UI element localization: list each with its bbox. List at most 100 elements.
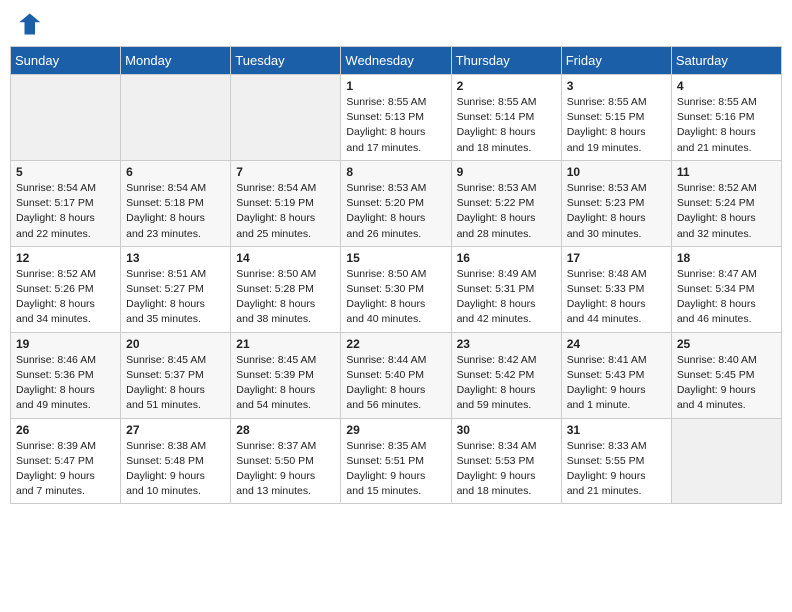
- calendar-cell: 12Sunrise: 8:52 AM Sunset: 5:26 PM Dayli…: [11, 246, 121, 332]
- day-info: Sunrise: 8:55 AM Sunset: 5:15 PM Dayligh…: [567, 95, 666, 156]
- calendar-cell: [11, 75, 121, 161]
- weekday-header-tuesday: Tuesday: [231, 47, 341, 75]
- calendar-cell: 24Sunrise: 8:41 AM Sunset: 5:43 PM Dayli…: [561, 332, 671, 418]
- week-row-1: 1 Sunrise: 8:55 AM Sunset: 5:13 PM Daylig…: [11, 75, 782, 161]
- day-info: Sunrise: 8:45 AM Sunset: 5:37 PM Dayligh…: [126, 353, 225, 414]
- weekday-header-thursday: Thursday: [451, 47, 561, 75]
- calendar-cell: 4 Sunrise: 8:55 AM Sunset: 5:16 PM Daylig…: [671, 75, 781, 161]
- day-number: 21: [236, 337, 335, 351]
- weekday-header-sunday: Sunday: [11, 47, 121, 75]
- day-info: Sunrise: 8:51 AM Sunset: 5:27 PM Dayligh…: [126, 267, 225, 328]
- day-info: Sunrise: 8:47 AM Sunset: 5:34 PM Dayligh…: [677, 267, 776, 328]
- day-number: 23: [457, 337, 556, 351]
- day-info: Sunrise: 8:54 AM Sunset: 5:19 PM Dayligh…: [236, 181, 335, 242]
- day-number: 4: [677, 79, 776, 93]
- day-number: 24: [567, 337, 666, 351]
- day-info: Sunrise: 8:37 AM Sunset: 5:50 PM Dayligh…: [236, 439, 335, 500]
- day-info: Sunrise: 8:40 AM Sunset: 5:45 PM Dayligh…: [677, 353, 776, 414]
- calendar-cell: 6 Sunrise: 8:54 AM Sunset: 5:18 PM Daylig…: [121, 160, 231, 246]
- day-number: 6: [126, 165, 225, 179]
- day-number: 9: [457, 165, 556, 179]
- day-info: Sunrise: 8:53 AM Sunset: 5:20 PM Dayligh…: [346, 181, 445, 242]
- calendar-cell: 23 Sunrise: 8:42 AM Sunset: 5:42 PM Dayli…: [451, 332, 561, 418]
- day-info: Sunrise: 8:52 AM Sunset: 5:26 PM Dayligh…: [16, 267, 115, 328]
- day-number: 14: [236, 251, 335, 265]
- day-info: Sunrise: 8:55 AM Sunset: 5:13 PM Dayligh…: [346, 95, 445, 156]
- calendar-cell: 18Sunrise: 8:47 AM Sunset: 5:34 PM Dayli…: [671, 246, 781, 332]
- weekday-header-row: SundayMondayTuesdayWednesdayThursdayFrid…: [11, 47, 782, 75]
- day-info: Sunrise: 8:45 AM Sunset: 5:39 PM Dayligh…: [236, 353, 335, 414]
- calendar-cell: 14 Sunrise: 8:50 AM Sunset: 5:28 PM Dayli…: [231, 246, 341, 332]
- weekday-header-friday: Friday: [561, 47, 671, 75]
- week-row-3: 12Sunrise: 8:52 AM Sunset: 5:26 PM Dayli…: [11, 246, 782, 332]
- day-info: Sunrise: 8:42 AM Sunset: 5:42 PM Dayligh…: [457, 353, 556, 414]
- week-row-2: 5 Sunrise: 8:54 AM Sunset: 5:17 PM Daylig…: [11, 160, 782, 246]
- calendar-cell: 9 Sunrise: 8:53 AM Sunset: 5:22 PM Daylig…: [451, 160, 561, 246]
- day-number: 20: [126, 337, 225, 351]
- day-info: Sunrise: 8:53 AM Sunset: 5:23 PM Dayligh…: [567, 181, 666, 242]
- calendar-cell: 19Sunrise: 8:46 AM Sunset: 5:36 PM Dayli…: [11, 332, 121, 418]
- day-info: Sunrise: 8:39 AM Sunset: 5:47 PM Dayligh…: [16, 439, 115, 500]
- calendar-cell: 8Sunrise: 8:53 AM Sunset: 5:20 PM Daylig…: [341, 160, 451, 246]
- calendar-cell: 3 Sunrise: 8:55 AM Sunset: 5:15 PM Daylig…: [561, 75, 671, 161]
- day-number: 7: [236, 165, 335, 179]
- day-number: 26: [16, 423, 115, 437]
- day-number: 25: [677, 337, 776, 351]
- calendar-cell: 11Sunrise: 8:52 AM Sunset: 5:24 PM Dayli…: [671, 160, 781, 246]
- day-info: Sunrise: 8:48 AM Sunset: 5:33 PM Dayligh…: [567, 267, 666, 328]
- day-info: Sunrise: 8:54 AM Sunset: 5:18 PM Dayligh…: [126, 181, 225, 242]
- day-number: 29: [346, 423, 445, 437]
- logo: [14, 10, 44, 38]
- day-info: Sunrise: 8:44 AM Sunset: 5:40 PM Dayligh…: [346, 353, 445, 414]
- day-number: 1: [346, 79, 445, 93]
- page-header: [10, 10, 782, 38]
- day-number: 17: [567, 251, 666, 265]
- weekday-header-monday: Monday: [121, 47, 231, 75]
- calendar-cell: 15Sunrise: 8:50 AM Sunset: 5:30 PM Dayli…: [341, 246, 451, 332]
- day-number: 16: [457, 251, 556, 265]
- calendar-cell: 17 Sunrise: 8:48 AM Sunset: 5:33 PM Dayli…: [561, 246, 671, 332]
- calendar-cell: 20 Sunrise: 8:45 AM Sunset: 5:37 PM Dayli…: [121, 332, 231, 418]
- calendar-cell: 21 Sunrise: 8:45 AM Sunset: 5:39 PM Dayli…: [231, 332, 341, 418]
- day-number: 28: [236, 423, 335, 437]
- week-row-5: 26 Sunrise: 8:39 AM Sunset: 5:47 PM Dayli…: [11, 418, 782, 504]
- day-info: Sunrise: 8:33 AM Sunset: 5:55 PM Dayligh…: [567, 439, 666, 500]
- calendar-cell: 29 Sunrise: 8:35 AM Sunset: 5:51 PM Dayli…: [341, 418, 451, 504]
- calendar-cell: [231, 75, 341, 161]
- calendar-cell: 13 Sunrise: 8:51 AM Sunset: 5:27 PM Dayli…: [121, 246, 231, 332]
- day-info: Sunrise: 8:50 AM Sunset: 5:28 PM Dayligh…: [236, 267, 335, 328]
- day-number: 15: [346, 251, 445, 265]
- day-number: 10: [567, 165, 666, 179]
- week-row-4: 19Sunrise: 8:46 AM Sunset: 5:36 PM Dayli…: [11, 332, 782, 418]
- day-number: 31: [567, 423, 666, 437]
- calendar-cell: 31 Sunrise: 8:33 AM Sunset: 5:55 PM Dayli…: [561, 418, 671, 504]
- calendar-table: SundayMondayTuesdayWednesdayThursdayFrid…: [10, 46, 782, 504]
- day-number: 3: [567, 79, 666, 93]
- day-number: 13: [126, 251, 225, 265]
- day-info: Sunrise: 8:55 AM Sunset: 5:16 PM Dayligh…: [677, 95, 776, 156]
- calendar-cell: 16 Sunrise: 8:49 AM Sunset: 5:31 PM Dayli…: [451, 246, 561, 332]
- calendar-cell: [671, 418, 781, 504]
- weekday-header-wednesday: Wednesday: [341, 47, 451, 75]
- calendar-cell: 5 Sunrise: 8:54 AM Sunset: 5:17 PM Daylig…: [11, 160, 121, 246]
- calendar-cell: 28 Sunrise: 8:37 AM Sunset: 5:50 PM Dayli…: [231, 418, 341, 504]
- calendar-cell: 26 Sunrise: 8:39 AM Sunset: 5:47 PM Dayli…: [11, 418, 121, 504]
- calendar-cell: 27Sunrise: 8:38 AM Sunset: 5:48 PM Dayli…: [121, 418, 231, 504]
- day-info: Sunrise: 8:52 AM Sunset: 5:24 PM Dayligh…: [677, 181, 776, 242]
- weekday-header-saturday: Saturday: [671, 47, 781, 75]
- calendar-cell: 22Sunrise: 8:44 AM Sunset: 5:40 PM Dayli…: [341, 332, 451, 418]
- logo-icon: [14, 10, 42, 38]
- day-info: Sunrise: 8:49 AM Sunset: 5:31 PM Dayligh…: [457, 267, 556, 328]
- day-number: 19: [16, 337, 115, 351]
- day-info: Sunrise: 8:38 AM Sunset: 5:48 PM Dayligh…: [126, 439, 225, 500]
- calendar-cell: 2Sunrise: 8:55 AM Sunset: 5:14 PM Daylig…: [451, 75, 561, 161]
- calendar-cell: 25 Sunrise: 8:40 AM Sunset: 5:45 PM Dayli…: [671, 332, 781, 418]
- day-info: Sunrise: 8:53 AM Sunset: 5:22 PM Dayligh…: [457, 181, 556, 242]
- calendar-cell: [121, 75, 231, 161]
- day-number: 5: [16, 165, 115, 179]
- day-number: 30: [457, 423, 556, 437]
- day-info: Sunrise: 8:34 AM Sunset: 5:53 PM Dayligh…: [457, 439, 556, 500]
- day-number: 2: [457, 79, 556, 93]
- day-info: Sunrise: 8:35 AM Sunset: 5:51 PM Dayligh…: [346, 439, 445, 500]
- day-info: Sunrise: 8:54 AM Sunset: 5:17 PM Dayligh…: [16, 181, 115, 242]
